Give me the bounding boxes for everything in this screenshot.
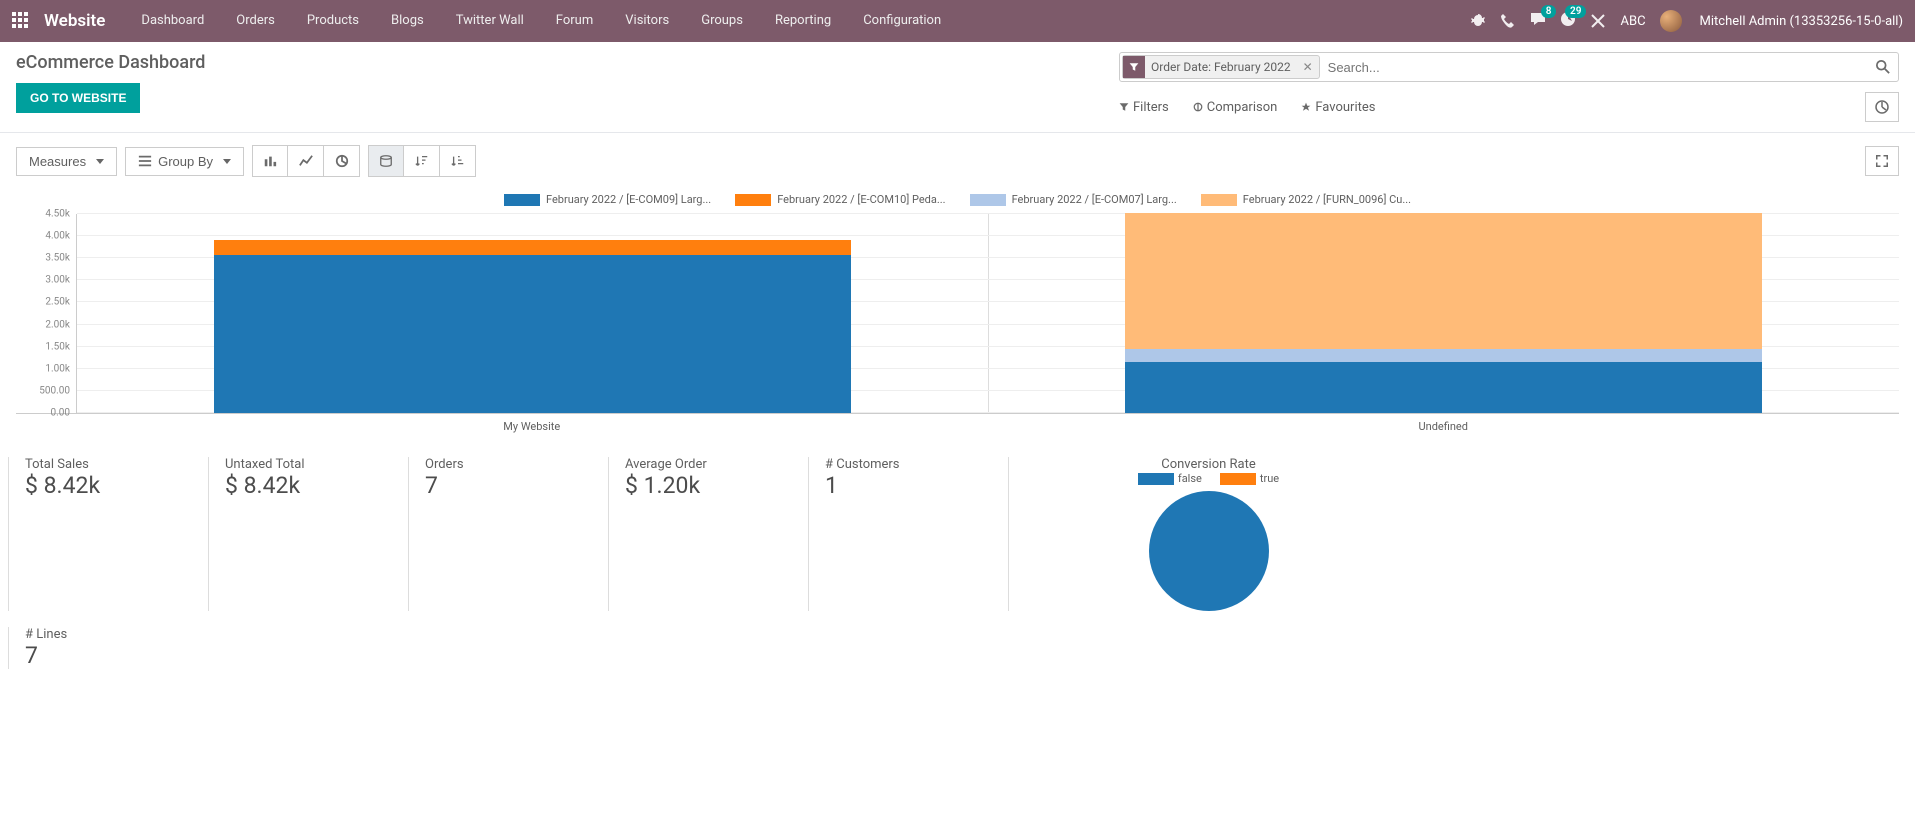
kpi-label: # Customers: [825, 457, 992, 472]
pie-chart[interactable]: [1149, 491, 1269, 611]
filter-icon: [1123, 56, 1145, 78]
facet-label: Order Date: February 2022: [1145, 60, 1297, 74]
bar-segment[interactable]: [214, 255, 852, 413]
kpi-card: Average Order$ 1.20k: [608, 457, 808, 611]
legend-item[interactable]: February 2022 / [E-COM07] Larg...: [970, 193, 1177, 206]
kpi-label: # Lines: [25, 627, 1891, 642]
x-label: Undefined: [988, 420, 1900, 433]
apps-icon[interactable]: [12, 12, 30, 30]
search-facet: Order Date: February 2022 ✕: [1122, 55, 1320, 79]
kpi-label: Untaxed Total: [225, 457, 392, 472]
close-customize-icon[interactable]: [1590, 13, 1606, 29]
nav-blogs[interactable]: Blogs: [377, 0, 438, 42]
favourites-dropdown[interactable]: Favourites: [1301, 100, 1375, 115]
legend-item[interactable]: February 2022 / [E-COM10] Peda...: [735, 193, 945, 206]
messages-icon[interactable]: 8: [1530, 11, 1546, 31]
top-navbar: Website Dashboard Orders Products Blogs …: [0, 0, 1915, 42]
kpi-card: # Lines7: [8, 627, 1907, 669]
nav-reporting[interactable]: Reporting: [761, 0, 845, 42]
filters-dropdown[interactable]: Filters: [1119, 100, 1169, 115]
bar-segment[interactable]: [1125, 362, 1763, 413]
y-tick: 3.00k: [45, 275, 70, 286]
avatar[interactable]: [1660, 10, 1682, 32]
legend-item[interactable]: February 2022 / [E-COM09] Larg...: [504, 193, 711, 206]
bar-segment[interactable]: [214, 240, 852, 256]
add-to-dashboard-button[interactable]: [1865, 92, 1899, 122]
y-tick: 1.50k: [45, 341, 70, 352]
groupby-dropdown[interactable]: Group By: [125, 147, 244, 176]
pie-legend-item[interactable]: false: [1138, 472, 1202, 485]
nav-visitors[interactable]: Visitors: [611, 0, 683, 42]
pie-legend-item[interactable]: true: [1220, 472, 1279, 485]
kpi-card: Total Sales$ 8.42k: [8, 457, 208, 611]
kpi-value: $ 8.42k: [25, 472, 192, 499]
stacked-button[interactable]: [368, 145, 404, 177]
view-toolbar: Measures Group By: [0, 133, 1915, 189]
nav-groups[interactable]: Groups: [687, 0, 757, 42]
debug-icon[interactable]: [1470, 13, 1486, 29]
kpi-value: 1: [825, 472, 992, 499]
kpi-label: Orders: [425, 457, 592, 472]
database-label[interactable]: ABC: [1620, 14, 1645, 29]
kpi-card: # Customers1: [808, 457, 1008, 611]
chart-type-group: [252, 145, 360, 177]
legend-item[interactable]: February 2022 / [FURN_0096] Cu...: [1201, 193, 1411, 206]
bar-column[interactable]: [1125, 213, 1763, 413]
search-icon[interactable]: [1868, 60, 1898, 74]
kpi-row: Total Sales$ 8.42kUntaxed Total$ 8.42kOr…: [0, 443, 1915, 699]
kpi-value: 7: [25, 642, 1891, 669]
activities-icon[interactable]: 29: [1560, 11, 1576, 31]
fullscreen-button[interactable]: [1865, 146, 1899, 176]
nav-dashboard[interactable]: Dashboard: [127, 0, 218, 42]
comparison-dropdown[interactable]: Comparison: [1193, 100, 1278, 115]
kpi-label: Total Sales: [25, 457, 192, 472]
y-tick: 2.50k: [45, 297, 70, 308]
bar-segment[interactable]: [1125, 213, 1763, 349]
kpi-label: Conversion Rate: [1161, 457, 1256, 472]
conversion-card: Conversion Rate false true: [1008, 457, 1408, 611]
main-chart: February 2022 / [E-COM09] Larg... Februar…: [0, 189, 1915, 443]
nav-products[interactable]: Products: [293, 0, 373, 42]
kpi-value: $ 1.20k: [625, 472, 792, 499]
bar-chart-button[interactable]: [252, 145, 288, 177]
brand-title: Website: [44, 11, 105, 31]
chart-mode-group: [368, 145, 476, 177]
control-panel: eCommerce Dashboard GO TO WEBSITE Order …: [0, 42, 1915, 133]
phone-icon[interactable]: [1500, 13, 1516, 29]
search-input[interactable]: [1322, 60, 1868, 75]
nav-configuration[interactable]: Configuration: [849, 0, 955, 42]
facet-remove-icon[interactable]: ✕: [1297, 60, 1319, 74]
nav-forum[interactable]: Forum: [542, 0, 607, 42]
y-tick: 1.00k: [45, 363, 70, 374]
kpi-label: Average Order: [625, 457, 792, 472]
y-tick: 4.00k: [45, 231, 70, 242]
sort-desc-button[interactable]: [404, 145, 440, 177]
measures-dropdown[interactable]: Measures: [16, 147, 117, 176]
kpi-value: 7: [425, 472, 592, 499]
pie-legend: false true: [1138, 472, 1279, 485]
page-title: eCommerce Dashboard: [16, 52, 205, 73]
nav-twitter-wall[interactable]: Twitter Wall: [442, 0, 538, 42]
bar-segment[interactable]: [1125, 349, 1763, 362]
go-to-website-button[interactable]: GO TO WEBSITE: [16, 83, 140, 113]
line-chart-button[interactable]: [288, 145, 324, 177]
activities-badge: 29: [1565, 5, 1586, 18]
x-label: My Website: [76, 420, 988, 433]
bar-column[interactable]: [214, 240, 852, 413]
kpi-value: $ 8.42k: [225, 472, 392, 499]
kpi-card: Untaxed Total$ 8.42k: [208, 457, 408, 611]
pie-chart-button[interactable]: [324, 145, 360, 177]
sort-asc-button[interactable]: [440, 145, 476, 177]
y-tick: 0.00: [51, 408, 71, 419]
y-tick: 2.00k: [45, 319, 70, 330]
search-bar[interactable]: Order Date: February 2022 ✕: [1119, 52, 1899, 82]
nav-orders[interactable]: Orders: [222, 0, 289, 42]
y-tick: 3.50k: [45, 253, 70, 264]
kpi-card: Orders7: [408, 457, 608, 611]
user-name[interactable]: Mitchell Admin (13353256-15-0-all): [1700, 14, 1903, 29]
y-tick: 500.00: [39, 385, 70, 396]
messages-badge: 8: [1541, 5, 1557, 18]
y-tick: 4.50k: [45, 209, 70, 220]
